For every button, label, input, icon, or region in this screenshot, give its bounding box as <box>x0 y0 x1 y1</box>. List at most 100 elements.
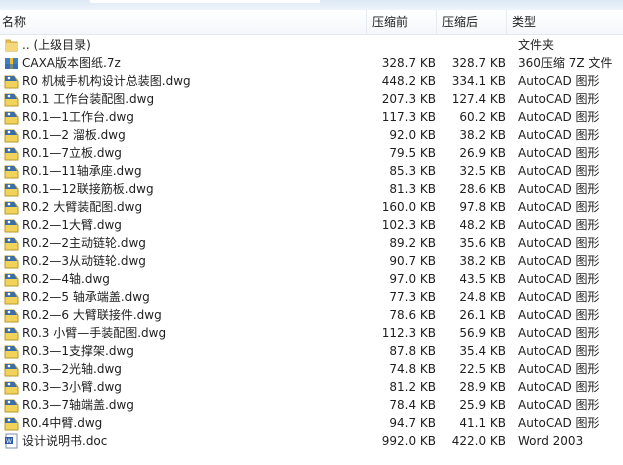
file-row[interactable]: R0.4中臂.dwg 94.7 KB 41.1 KB AutoCAD 图形 <box>0 414 623 432</box>
file-row[interactable]: R0.1—1工作台.dwg 117.3 KB 60.2 KB AutoCAD 图… <box>0 108 623 126</box>
file-row[interactable]: R0.3—2光轴.dwg 74.8 KB 22.5 KB AutoCAD 图形 <box>0 360 623 378</box>
file-type: AutoCAD 图形 <box>518 362 600 376</box>
word-document-icon: W <box>4 433 19 449</box>
file-compressed-size: 26.1 KB <box>459 308 506 322</box>
autocad-file-icon <box>4 325 19 341</box>
file-row[interactable]: R0.2—1大臂.dwg 102.3 KB 48.2 KB AutoCAD 图形 <box>0 216 623 234</box>
file-size: 328.7 KB <box>381 56 436 70</box>
column-divider[interactable] <box>506 10 507 34</box>
autocad-file-icon <box>4 73 19 89</box>
column-divider[interactable] <box>436 10 437 34</box>
file-compressed-size: 28.9 KB <box>459 380 506 394</box>
file-size: 77.3 KB <box>389 290 436 304</box>
file-type: AutoCAD 图形 <box>518 326 600 340</box>
file-size: 94.7 KB <box>389 416 436 430</box>
file-name: R0 机械手机构设计总装图.dwg <box>22 74 191 88</box>
autocad-file-icon <box>4 307 19 323</box>
column-size[interactable]: 压缩前 <box>372 14 408 30</box>
file-name: R0.2—2主动链轮.dwg <box>22 236 146 250</box>
file-row[interactable]: R0.3—7轴端盖.dwg 78.4 KB 25.9 KB AutoCAD 图形 <box>0 396 623 414</box>
folder-icon <box>4 37 19 53</box>
file-size: 97.0 KB <box>389 272 436 286</box>
file-compressed-size: 97.8 KB <box>459 200 506 214</box>
autocad-file-icon <box>4 163 19 179</box>
svg-text:W: W <box>6 438 12 445</box>
file-compressed-size: 41.1 KB <box>459 416 506 430</box>
autocad-file-icon <box>4 145 19 161</box>
file-size: 992.0 KB <box>381 434 436 448</box>
file-type: AutoCAD 图形 <box>518 164 600 178</box>
file-row[interactable]: R0.3—3小臂.dwg 81.2 KB 28.9 KB AutoCAD 图形 <box>0 378 623 396</box>
file-size: 89.2 KB <box>389 236 436 250</box>
autocad-file-icon <box>4 91 19 107</box>
file-row[interactable]: W 设计说明书.doc 992.0 KB 422.0 KB Word 2003 <box>0 432 623 450</box>
file-compressed-size: 24.8 KB <box>459 290 506 304</box>
file-row[interactable]: R0.1 工作台装配图.dwg 207.3 KB 127.4 KB AutoCA… <box>0 90 623 108</box>
file-compressed-size: 32.5 KB <box>459 164 506 178</box>
autocad-file-icon <box>4 289 19 305</box>
file-size: 448.2 KB <box>381 74 436 88</box>
file-name: R0.1 工作台装配图.dwg <box>22 92 155 106</box>
column-compressed[interactable]: 压缩后 <box>442 14 478 30</box>
file-row[interactable]: R0.2—6 大臂联接件.dwg 78.6 KB 26.1 KB AutoCAD… <box>0 306 623 324</box>
column-divider[interactable] <box>366 10 367 34</box>
file-row[interactable]: R0.1—7立板.dwg 79.5 KB 26.9 KB AutoCAD 图形 <box>0 144 623 162</box>
column-name[interactable]: 名称 <box>2 14 26 30</box>
file-type: AutoCAD 图形 <box>518 380 600 394</box>
file-row[interactable]: R0.1—2 溜板.dwg 92.0 KB 38.2 KB AutoCAD 图形 <box>0 126 623 144</box>
file-name: R0.2 大臂装配图.dwg <box>22 200 143 214</box>
file-name: R0.3—7轴端盖.dwg <box>22 398 134 412</box>
file-type: Word 2003 <box>518 434 584 448</box>
file-type: AutoCAD 图形 <box>518 236 600 250</box>
file-size: 92.0 KB <box>389 128 436 142</box>
file-row[interactable]: R0.3—1支撑架.dwg 87.8 KB 35.4 KB AutoCAD 图形 <box>0 342 623 360</box>
file-type: AutoCAD 图形 <box>518 416 600 430</box>
file-compressed-size: 127.4 KB <box>451 92 506 106</box>
file-size: 90.7 KB <box>389 254 436 268</box>
file-row[interactable]: R0.3 小臂—手装配图.dwg 112.3 KB 56.9 KB AutoCA… <box>0 324 623 342</box>
file-row[interactable]: R0.2—3从动链轮.dwg 90.7 KB 38.2 KB AutoCAD 图… <box>0 252 623 270</box>
address-field[interactable] <box>90 0 320 3</box>
file-row[interactable]: R0.2—2主动链轮.dwg 89.2 KB 35.6 KB AutoCAD 图… <box>0 234 623 252</box>
file-size: 78.4 KB <box>389 398 436 412</box>
file-name: R0.2—1大臂.dwg <box>22 218 122 232</box>
file-type: AutoCAD 图形 <box>518 272 600 286</box>
file-compressed-size: 38.2 KB <box>459 128 506 142</box>
autocad-file-icon <box>4 109 19 125</box>
file-row[interactable]: R0 机械手机构设计总装图.dwg 448.2 KB 334.1 KB Auto… <box>0 72 623 90</box>
file-row[interactable]: CAXA版本图纸.7z 328.7 KB 328.7 KB 360压缩 7Z 文… <box>0 54 623 72</box>
file-name: R0.3—1支撑架.dwg <box>22 344 134 358</box>
autocad-file-icon <box>4 271 19 287</box>
file-type: AutoCAD 图形 <box>518 74 600 88</box>
file-type: AutoCAD 图形 <box>518 110 600 124</box>
file-compressed-size: 38.2 KB <box>459 254 506 268</box>
file-size: 87.8 KB <box>389 344 436 358</box>
file-row[interactable]: R0.2—5 轴承端盖.dwg 77.3 KB 24.8 KB AutoCAD … <box>0 288 623 306</box>
file-name: R0.1—7立板.dwg <box>22 146 122 160</box>
file-compressed-size: 328.7 KB <box>451 56 506 70</box>
file-type: AutoCAD 图形 <box>518 254 600 268</box>
column-type[interactable]: 类型 <box>512 14 536 30</box>
file-row[interactable]: R0.2—4轴.dwg 97.0 KB 43.5 KB AutoCAD 图形 <box>0 270 623 288</box>
file-name: R0.3—3小臂.dwg <box>22 380 122 394</box>
autocad-file-icon <box>4 181 19 197</box>
file-row[interactable]: R0.1—11轴承座.dwg 85.3 KB 32.5 KB AutoCAD 图… <box>0 162 623 180</box>
file-type: AutoCAD 图形 <box>518 344 600 358</box>
file-row[interactable]: R0.2 大臂装配图.dwg 160.0 KB 97.8 KB AutoCAD … <box>0 198 623 216</box>
file-name: R0.2—3从动链轮.dwg <box>22 254 146 268</box>
autocad-file-icon <box>4 415 19 431</box>
file-row[interactable]: .. (上级目录) 文件夹 <box>0 36 623 54</box>
autocad-file-icon <box>4 343 19 359</box>
autocad-file-icon <box>4 217 19 233</box>
file-compressed-size: 334.1 KB <box>451 74 506 88</box>
file-size: 160.0 KB <box>381 200 436 214</box>
file-row[interactable]: R0.1—12联接筋板.dwg 81.3 KB 28.6 KB AutoCAD … <box>0 180 623 198</box>
file-type: AutoCAD 图形 <box>518 200 600 214</box>
file-size: 79.5 KB <box>389 146 436 160</box>
file-type: AutoCAD 图形 <box>518 398 600 412</box>
file-size: 207.3 KB <box>381 92 436 106</box>
file-type: 360压缩 7Z 文件 <box>518 56 613 70</box>
archive-icon <box>4 55 19 71</box>
file-compressed-size: 28.6 KB <box>459 182 506 196</box>
file-compressed-size: 26.9 KB <box>459 146 506 160</box>
